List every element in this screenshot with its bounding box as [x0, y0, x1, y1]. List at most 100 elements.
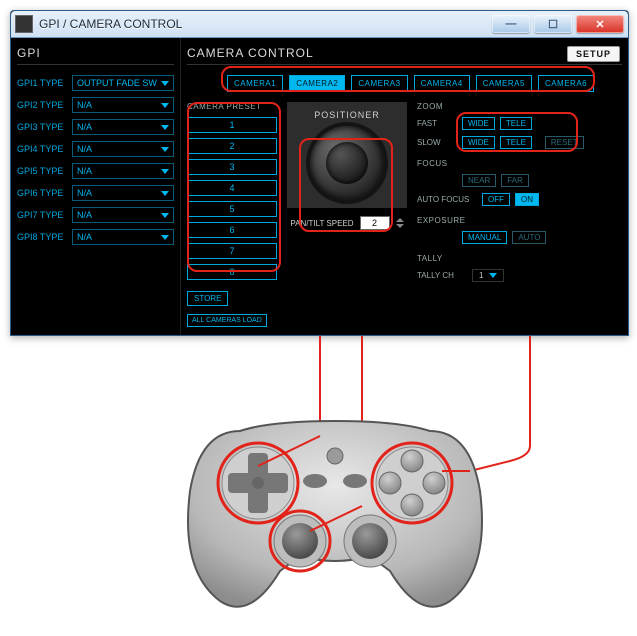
preset-button[interactable]: 6: [187, 222, 277, 238]
exposure-head: EXPOSURE: [417, 216, 622, 225]
close-button[interactable]: ✕: [576, 15, 624, 33]
chevron-down-icon[interactable]: [396, 224, 404, 228]
gpi-label: GPI6 TYPE: [17, 188, 72, 198]
gpi-type-select[interactable]: N/A: [72, 207, 174, 223]
preset-button[interactable]: 2: [187, 138, 277, 154]
zoom-head: ZOOM: [417, 102, 622, 111]
divider: [187, 64, 622, 65]
gpi-label: GPI4 TYPE: [17, 144, 72, 154]
gpi-label: GPI8 TYPE: [17, 232, 72, 242]
gpi-panel: GPI GPI1 TYPEOUTPUT FADE SWGPI2 TYPEN/AG…: [11, 38, 181, 335]
pan-tilt-value[interactable]: 2: [360, 216, 390, 230]
camera-tab[interactable]: CAMERA2: [289, 75, 345, 92]
gpi-label: GPI7 TYPE: [17, 210, 72, 220]
chevron-down-icon: [161, 213, 169, 218]
zoom-slow-label: SLOW: [417, 138, 457, 147]
camera-tab[interactable]: CAMERA6: [538, 75, 594, 92]
gpi-type-select[interactable]: N/A: [72, 185, 174, 201]
gpi-row: GPI8 TYPE N/A: [17, 229, 174, 245]
preset-button[interactable]: 3: [187, 159, 277, 175]
preset-button[interactable]: 7: [187, 243, 277, 259]
gpi-type-value: N/A: [77, 144, 92, 154]
pan-tilt-label: PAN/TILT SPEED: [290, 219, 353, 228]
preset-button[interactable]: 5: [187, 201, 277, 217]
camera-tab[interactable]: CAMERA4: [414, 75, 470, 92]
zoom-fast-wide-button[interactable]: WIDE: [462, 117, 495, 130]
pan-tilt-speed-row: PAN/TILT SPEED 2: [287, 216, 407, 230]
joystick-knob[interactable]: [326, 142, 368, 184]
focus-near-button[interactable]: NEAR: [462, 174, 496, 187]
gpi-row: GPI4 TYPE N/A: [17, 141, 174, 157]
setup-button[interactable]: SETUP: [567, 46, 620, 62]
preset-column: CAMERA PRESET 12345678 STORE ALL CAMERAS…: [187, 102, 277, 327]
exposure-manual-button[interactable]: MANUAL: [462, 231, 507, 244]
tally-ch-label: TALLY CH: [417, 271, 467, 280]
gpi-type-value: OUTPUT FADE SW: [77, 78, 157, 88]
chevron-down-icon: [161, 103, 169, 108]
gpi-type-select[interactable]: N/A: [72, 141, 174, 157]
camera-tab[interactable]: CAMERA3: [351, 75, 407, 92]
gpi-type-select[interactable]: N/A: [72, 97, 174, 113]
chevron-down-icon: [161, 191, 169, 196]
preset-button[interactable]: 1: [187, 117, 277, 133]
zoom-fast-tele-button[interactable]: TELE: [500, 117, 532, 130]
zoom-reset-button[interactable]: RESET: [545, 136, 584, 149]
chevron-down-icon: [161, 147, 169, 152]
gpi-type-value: N/A: [77, 232, 92, 242]
tally-head: TALLY: [417, 254, 622, 263]
minimize-button[interactable]: —: [492, 15, 530, 33]
chevron-up-icon[interactable]: [396, 218, 404, 222]
chevron-down-icon: [161, 169, 169, 174]
gpi-row: GPI1 TYPE OUTPUT FADE SW: [17, 75, 174, 91]
app-window: GPI / CAMERA CONTROL — ☐ ✕ GPI GPI1 TYPE…: [10, 10, 629, 336]
gamepad-diagram: [10, 336, 627, 626]
gpi-label: GPI1 TYPE: [17, 78, 72, 88]
gpi-type-select[interactable]: N/A: [72, 119, 174, 135]
gpi-type-value: N/A: [77, 188, 92, 198]
preset-button[interactable]: 8: [187, 264, 277, 280]
autofocus-label: AUTO FOCUS: [417, 195, 477, 204]
camera-title: CAMERA CONTROL: [187, 46, 622, 60]
tally-ch-select[interactable]: 1: [472, 269, 504, 282]
positioner-box: POSITIONER: [287, 102, 407, 208]
gpi-label: GPI3 TYPE: [17, 122, 72, 132]
settings-column: ZOOM FAST WIDE TELE SLOW WIDE TELE RESET…: [417, 102, 622, 327]
chevron-down-icon: [161, 81, 169, 86]
autofocus-off-button[interactable]: OFF: [482, 193, 510, 206]
camera-tab[interactable]: CAMERA5: [476, 75, 532, 92]
chevron-down-icon: [489, 273, 497, 278]
gpi-title: GPI: [17, 46, 174, 60]
focus-far-button[interactable]: FAR: [501, 174, 529, 187]
gpi-type-value: N/A: [77, 210, 92, 220]
camera-tab[interactable]: CAMERA1: [227, 75, 283, 92]
positioner-column: POSITIONER PAN/TILT SPEED 2: [287, 102, 407, 327]
preset-button[interactable]: 4: [187, 180, 277, 196]
zoom-slow-tele-button[interactable]: TELE: [500, 136, 532, 149]
gpi-label: GPI5 TYPE: [17, 166, 72, 176]
store-button[interactable]: STORE: [187, 291, 228, 306]
zoom-slow-wide-button[interactable]: WIDE: [462, 136, 495, 149]
positioner-joystick[interactable]: [310, 126, 384, 200]
window-title: GPI / CAMERA CONTROL: [39, 17, 488, 31]
camera-panel: CAMERA CONTROL SETUP CAMERA1 CAMERA2 CAMER…: [181, 38, 628, 335]
gpi-row: GPI3 TYPE N/A: [17, 119, 174, 135]
pan-tilt-stepper[interactable]: [396, 218, 404, 228]
gpi-label: GPI2 TYPE: [17, 100, 72, 110]
gpi-row: GPI2 TYPEN/A: [17, 97, 174, 113]
gpi-row: GPI7 TYPE N/A: [17, 207, 174, 223]
autofocus-on-button[interactable]: ON: [515, 193, 539, 206]
chevron-down-icon: [161, 235, 169, 240]
camera-body: CAMERA PRESET 12345678 STORE ALL CAMERAS…: [187, 102, 622, 327]
tally-ch-value: 1: [479, 271, 483, 280]
exposure-auto-button[interactable]: AUTO: [512, 231, 546, 244]
maximize-button[interactable]: ☐: [534, 15, 572, 33]
gpi-type-value: N/A: [77, 122, 92, 132]
gpi-type-select[interactable]: OUTPUT FADE SW: [72, 75, 174, 91]
gpi-type-select[interactable]: N/A: [72, 229, 174, 245]
all-cameras-load-button[interactable]: ALL CAMERAS LOAD: [187, 314, 267, 327]
zoom-fast-label: FAST: [417, 119, 457, 128]
gpi-type-select[interactable]: N/A: [72, 163, 174, 179]
gpi-row: GPI5 TYPE N/A: [17, 163, 174, 179]
gpi-type-value: N/A: [77, 166, 92, 176]
positioner-label: POSITIONER: [293, 110, 401, 120]
